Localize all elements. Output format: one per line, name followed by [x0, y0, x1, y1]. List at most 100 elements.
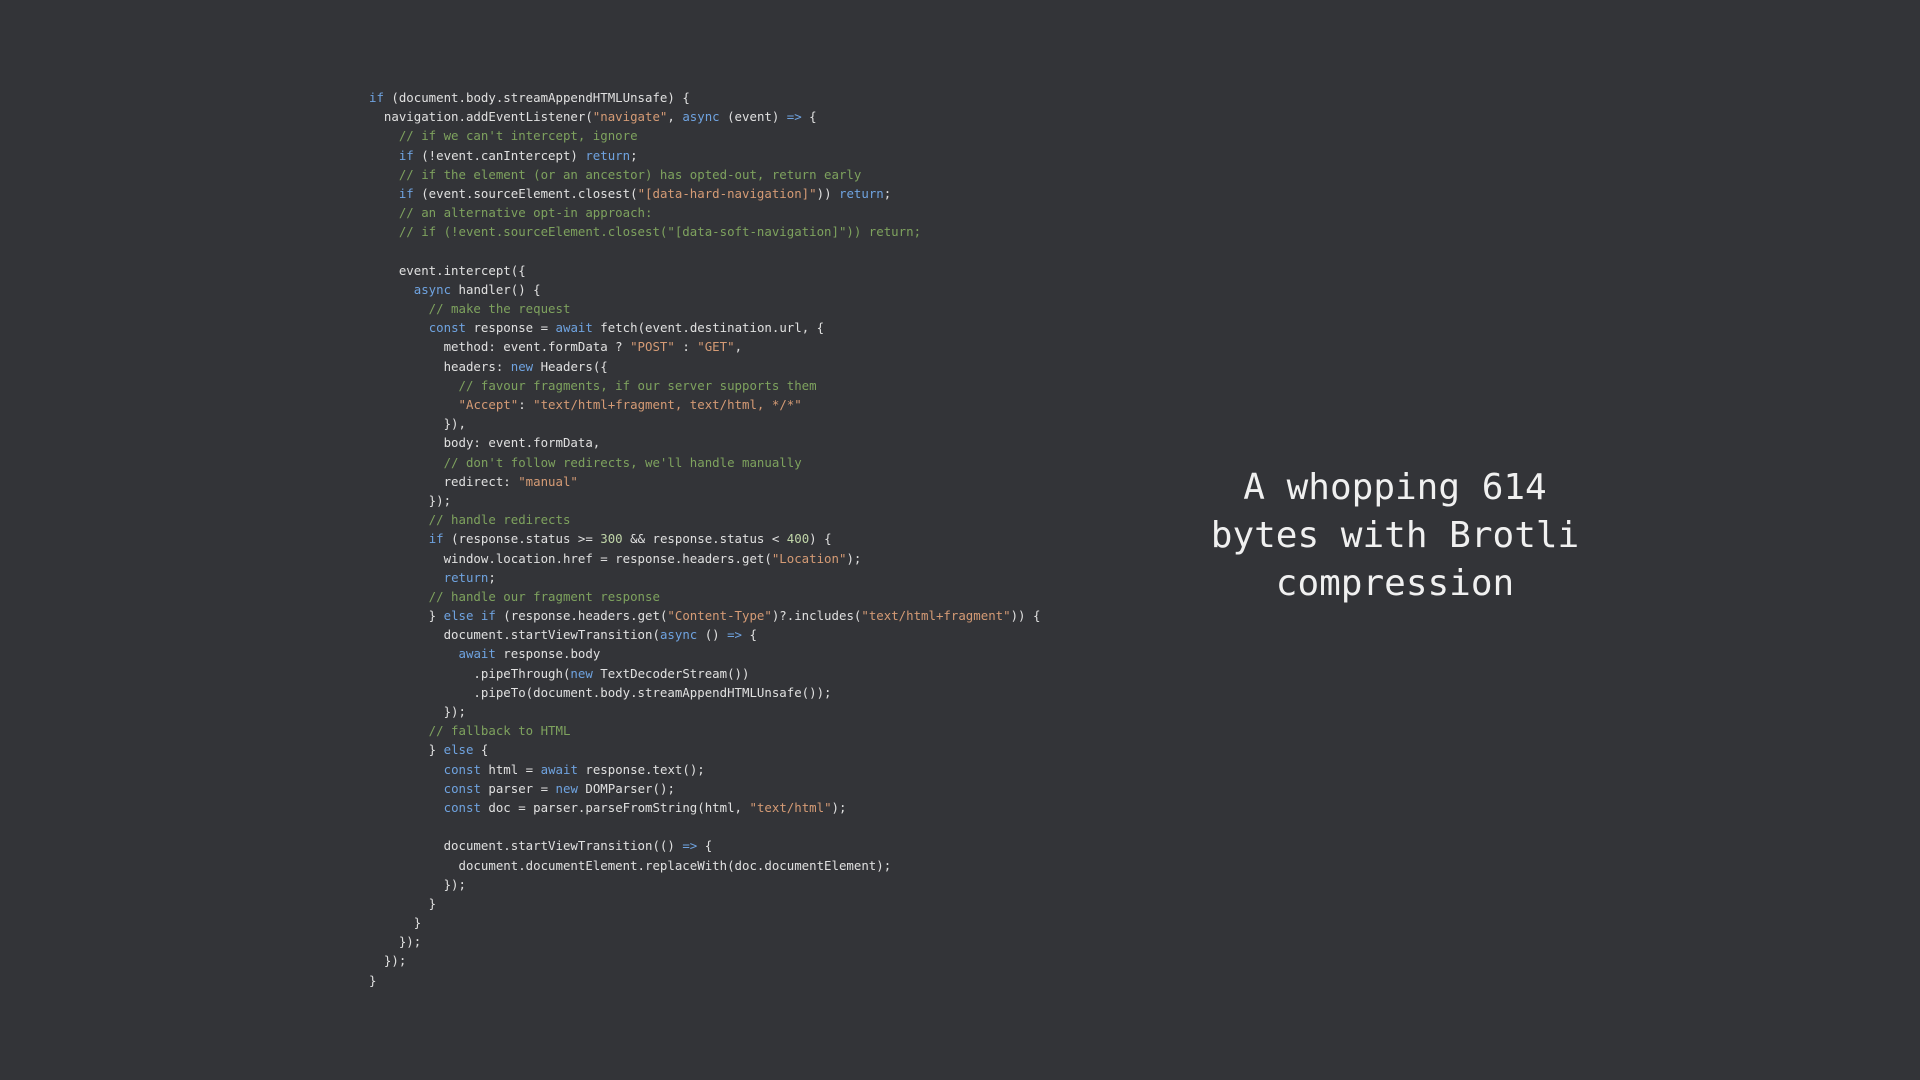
code-line: navigation.addEventListener("navigate", …: [369, 107, 1149, 126]
code-token: "GET": [697, 339, 735, 355]
code-line: async handler() {: [369, 280, 1149, 299]
code-line: } else {: [369, 740, 1149, 759]
code-token: :: [518, 397, 534, 412]
code-token: doc = parser.parseFromString(html,: [480, 799, 750, 815]
code-line: .pipeTo(document.body.streamAppendHTMLUn…: [369, 683, 1149, 702]
code-token: if: [398, 185, 414, 201]
code-token: async: [682, 109, 720, 125]
code-token: // handle redirects: [369, 512, 571, 528]
code-token: new: [510, 358, 534, 374]
code-token: "Accept": [458, 397, 519, 412]
code-token: async: [413, 281, 452, 297]
code-token: });: [369, 934, 422, 950]
caption-line-1: A whopping 614: [1243, 467, 1547, 508]
code-token: ,: [667, 109, 683, 125]
code-token: (event.sourceElement.closest(: [413, 185, 638, 201]
code-token: const: [443, 780, 481, 796]
code-token: );: [831, 799, 847, 815]
code-token: document.documentElement.replaceWith(doc…: [369, 857, 892, 873]
code-token: "manual": [518, 473, 578, 489]
code-line: const response = await fetch(event.desti…: [369, 318, 1149, 337]
code-token: }),: [369, 416, 466, 432]
code-token: html =: [480, 761, 541, 777]
code-token: .pipeThrough(: [369, 665, 571, 681]
code-token: });: [369, 492, 452, 508]
code-token: // if the element (or an ancestor) has o…: [369, 166, 862, 182]
code-token: response =: [466, 320, 556, 336]
code-token: (): [697, 627, 728, 643]
code-token: await: [540, 761, 578, 777]
slide-caption: A whopping 614 bytes with Brotli compres…: [1170, 464, 1620, 608]
code-token: )): [816, 185, 839, 201]
code-line: event.intercept({: [369, 261, 1149, 280]
code-token: response.text();: [577, 761, 705, 777]
code-line: // fallback to HTML: [369, 721, 1149, 740]
code-line: // make the request: [369, 299, 1149, 318]
code-token: const: [443, 799, 481, 815]
code-line: });: [369, 491, 1149, 510]
code-token: new: [555, 780, 578, 796]
code-token: (document.body.streamAppendHTMLUnsafe) {: [383, 90, 690, 105]
code-token: }: [369, 608, 444, 624]
code-token: else: [443, 742, 474, 758]
code-token: // if we can't intercept, ignore: [369, 128, 638, 144]
code-line: headers: new Headers({: [369, 357, 1149, 376]
code-line: }),: [369, 414, 1149, 433]
code-token: {: [697, 838, 713, 854]
code-line: if (response.status >= 300 && response.s…: [369, 529, 1149, 548]
code-token: TextDecoderStream()): [592, 665, 750, 681]
code-line: redirect: "manual": [369, 472, 1149, 491]
code-block: if (document.body.streamAppendHTMLUnsafe…: [369, 88, 1149, 990]
code-line: });: [369, 875, 1149, 894]
code-line: await response.body: [369, 644, 1149, 663]
code-token: ;: [883, 185, 892, 201]
code-token: "POST": [630, 339, 675, 355]
code-token: });: [369, 704, 466, 719]
code-token: ;: [488, 569, 496, 585]
code-line: }: [369, 971, 1149, 990]
code-token: :: [674, 339, 698, 355]
code-token: (response.status >=: [443, 531, 601, 547]
code-token: fetch(event.destination.url, {: [592, 320, 825, 336]
code-token: ,: [734, 339, 743, 355]
code-token: 400: [786, 531, 810, 547]
code-line: document.startViewTransition(async () =>…: [369, 625, 1149, 644]
code-line: "Accept": "text/html+fragment, text/html…: [369, 395, 1149, 414]
code-token: 300: [600, 531, 623, 547]
code-token: // fallback to HTML: [369, 723, 571, 739]
code-line: } else if (response.headers.get("Content…: [369, 606, 1149, 625]
code-token: new: [570, 665, 593, 681]
code-line: });: [369, 932, 1149, 951]
code-token: .pipeTo(document.body.streamAppendHTMLUn…: [369, 684, 832, 700]
code-token: body: event.formData,: [369, 435, 601, 451]
code-line: });: [369, 951, 1149, 970]
code-line: const doc = parser.parseFromString(html,…: [369, 798, 1149, 817]
code-token: // favour fragments, if our server suppo…: [369, 377, 817, 393]
code-token: ) {: [809, 531, 832, 547]
code-token: return: [585, 147, 631, 163]
code-line: });: [369, 702, 1149, 721]
code-line: // if the element (or an ancestor) has o…: [369, 165, 1149, 184]
code-token: {: [801, 109, 817, 125]
code-token: else if: [443, 608, 496, 624]
code-token: return: [839, 185, 884, 201]
code-line: // handle redirects: [369, 510, 1149, 529]
code-token: });: [369, 953, 407, 969]
code-token: )?.includes(: [771, 608, 862, 624]
code-token: }: [369, 972, 377, 988]
code-line: const html = await response.text();: [369, 760, 1149, 779]
code-token: if: [428, 531, 444, 547]
code-token: const: [428, 320, 466, 336]
code-token: "text/html+fragment, text/html, */*": [533, 397, 802, 412]
code-token: );: [846, 550, 862, 566]
code-token: await: [555, 320, 593, 336]
